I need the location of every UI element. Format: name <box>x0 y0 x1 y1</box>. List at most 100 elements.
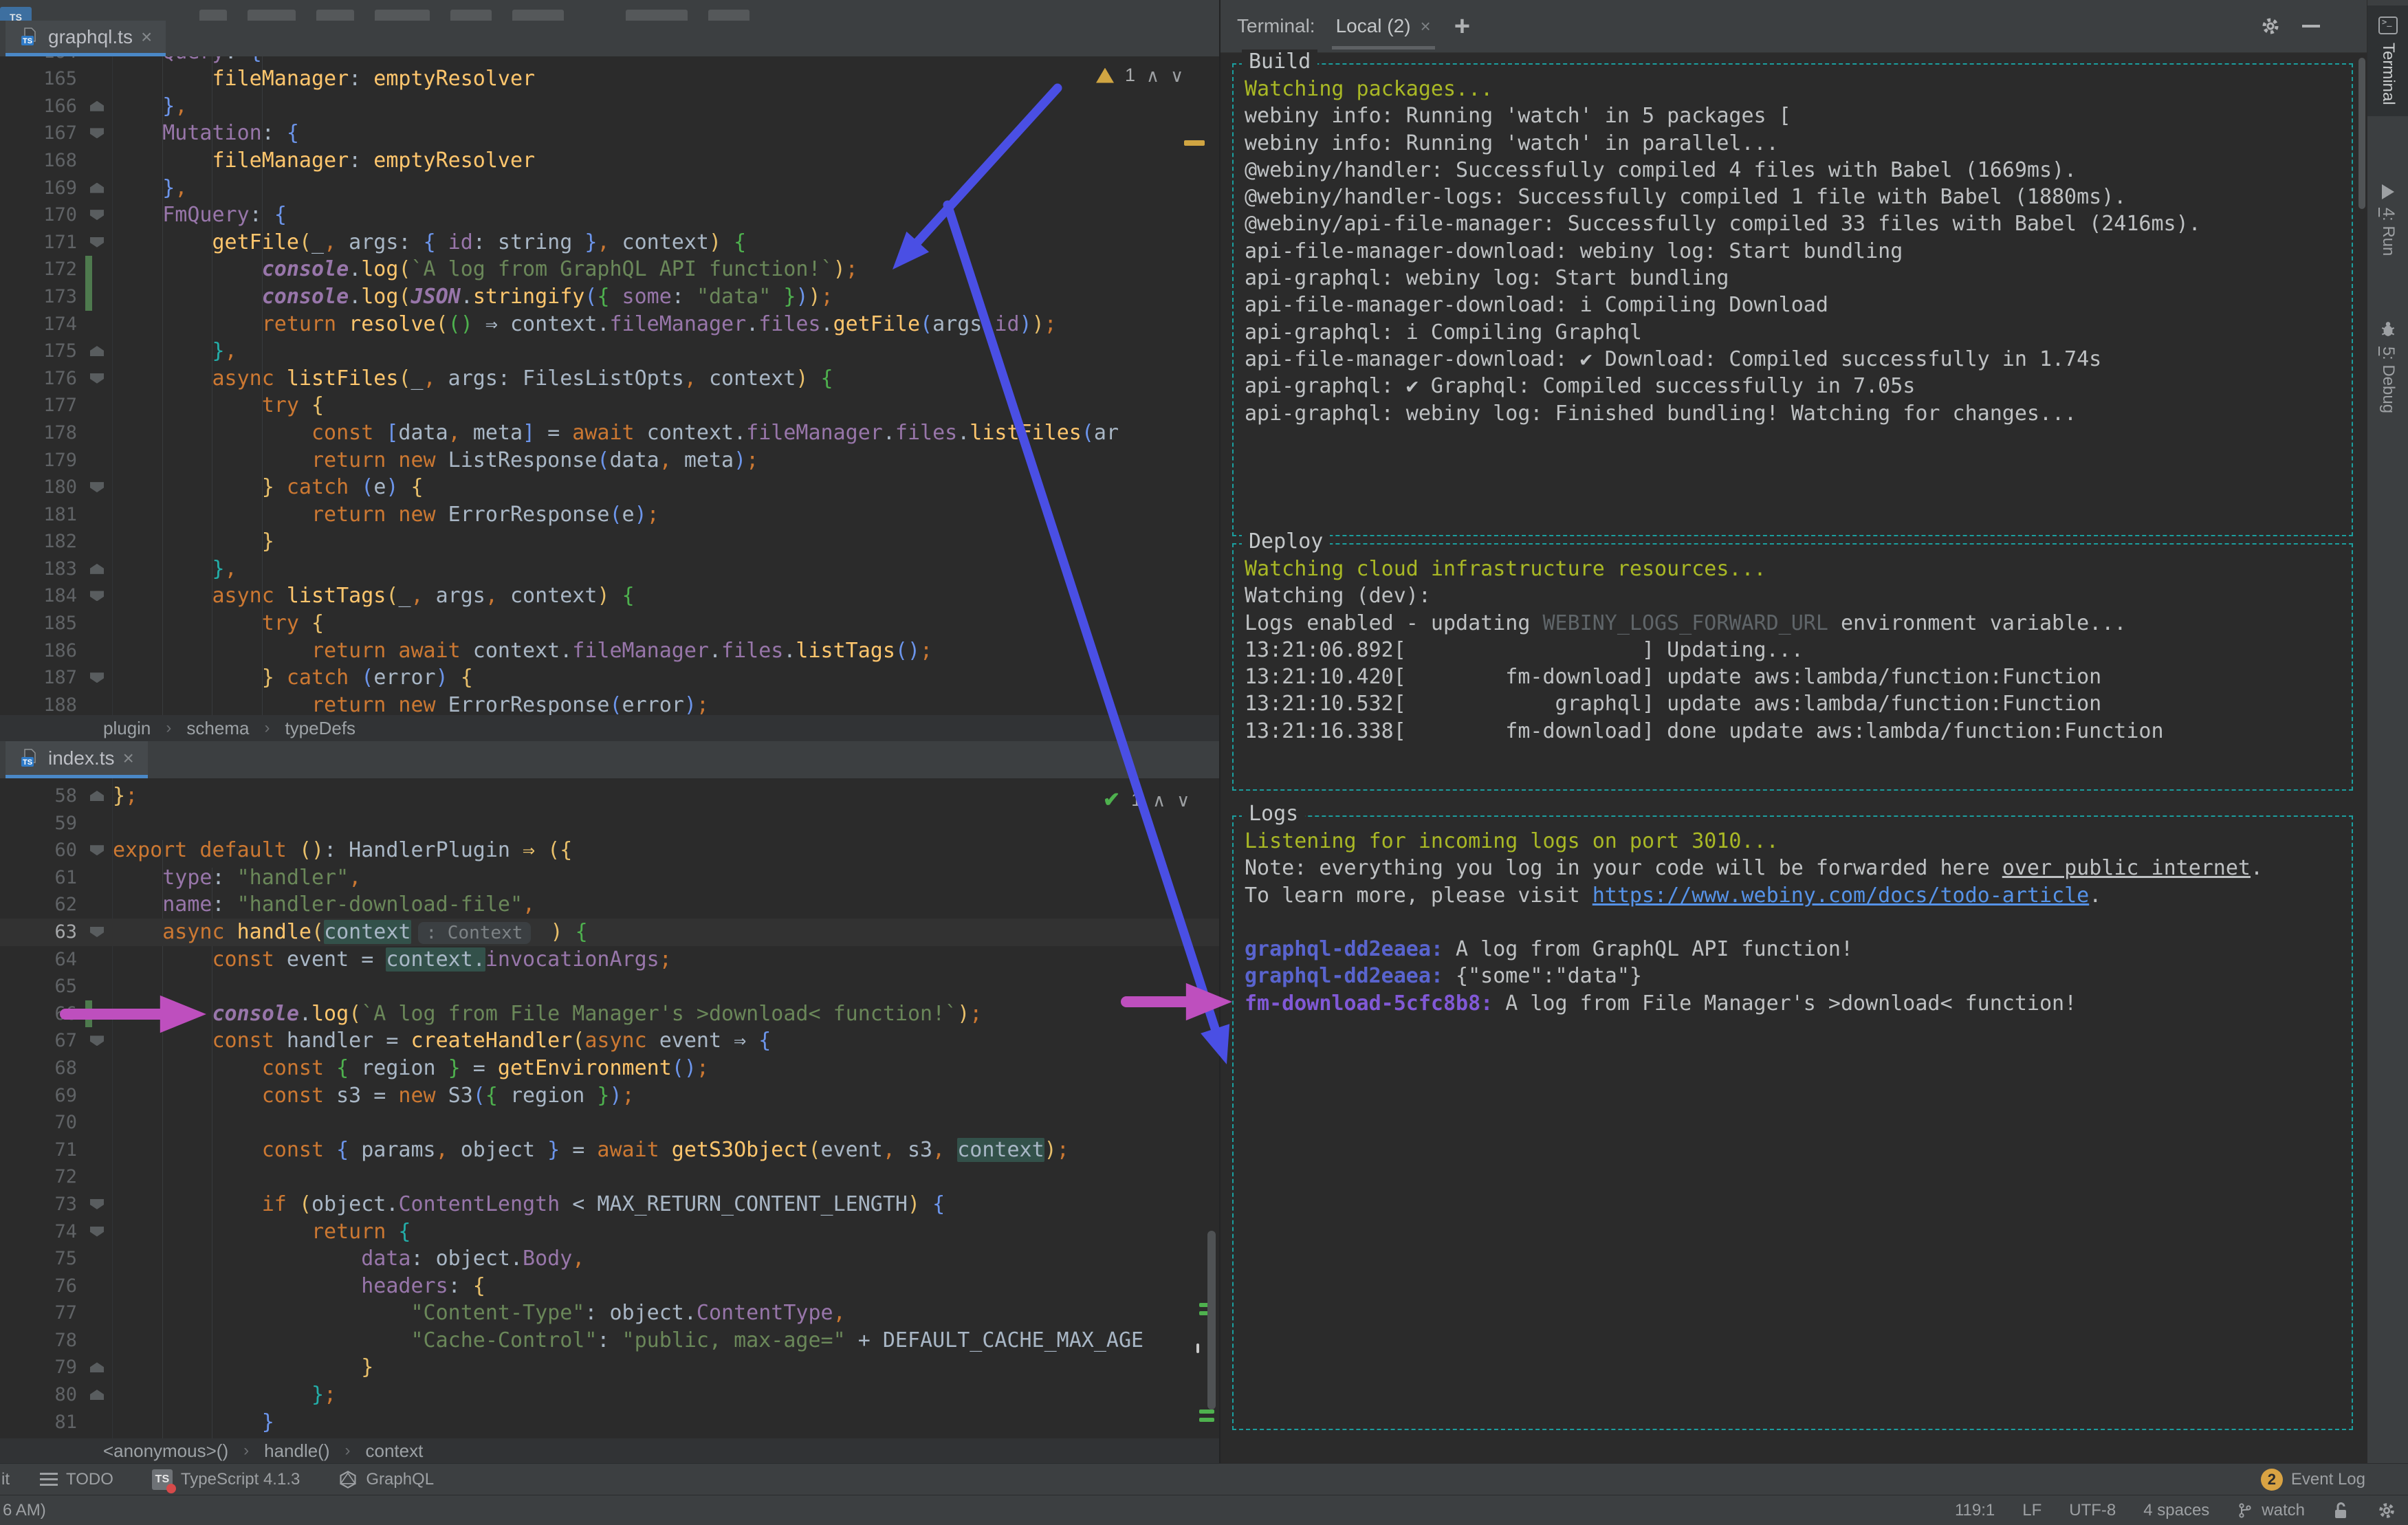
lock-icon[interactable] <box>2332 1501 2349 1520</box>
terminal-scrollbar[interactable] <box>2358 58 2365 209</box>
inspection-widget[interactable]: 1 ∧ ∨ <box>1096 65 1183 86</box>
inspection-widget[interactable]: ✔ 1 ∧ ∨ <box>1103 789 1190 811</box>
chevron-up-icon[interactable]: ∧ <box>1146 67 1159 85</box>
fold-marker[interactable] <box>84 782 113 810</box>
code-line: 63 async handle(context: Context ) { <box>0 918 1219 946</box>
fold-marker[interactable] <box>84 365 113 393</box>
status-message-partial: 6 AM) <box>3 1501 46 1519</box>
tool-button-debug[interactable]: 5: Debug <box>2367 309 2408 424</box>
editor-index[interactable]: 58}; 59 60 export default (): HandlerPlugin… <box>0 778 1219 1438</box>
line-number: 78 <box>54 1329 77 1351</box>
line-number: 68 <box>54 1057 77 1079</box>
fold-marker[interactable] <box>84 1027 113 1055</box>
breadcrumb-item[interactable]: plugin <box>103 718 151 739</box>
fold-marker[interactable] <box>84 474 113 501</box>
line-number: 172 <box>43 259 77 281</box>
terminal-line: Watching (dev): <box>1245 584 1431 608</box>
code-line: 179 return new ListResponse(data, meta); <box>0 447 1219 474</box>
gear-icon[interactable] <box>2376 1500 2397 1521</box>
tab-graphql-ts[interactable]: TS graphql.ts × <box>6 21 166 56</box>
tool-button-graphql[interactable]: GraphQL <box>338 1470 434 1489</box>
fold-marker[interactable] <box>84 229 113 256</box>
terminal-line: 13:21:10.420[ fm-download] update aws:la… <box>1245 665 2102 690</box>
tool-button-terminal[interactable]: Terminal <box>2367 6 2408 116</box>
terminal-line: 13:21:16.338[ fm-download] done update a… <box>1245 718 2164 743</box>
chevron-up-icon[interactable]: ∧ <box>1152 791 1165 809</box>
line-number: 180 <box>43 476 77 498</box>
line-number: 66 <box>54 1002 77 1024</box>
fold-marker[interactable] <box>84 919 113 946</box>
terminal-line: graphql-dd2eaea: A log from GraphQL API … <box>1245 937 1854 962</box>
terminal-line: To learn more, please visit https://www.… <box>1245 883 2102 908</box>
fold-marker[interactable] <box>84 1191 113 1218</box>
line-number: 65 <box>54 976 77 998</box>
breadcrumb-fragment <box>708 10 749 21</box>
terminal-tab-local[interactable]: Local (2) × <box>1331 0 1435 52</box>
fold-marker[interactable] <box>84 1381 113 1409</box>
indent-style[interactable]: 4 spaces <box>2143 1501 2209 1520</box>
line-number: 164 <box>0 56 84 65</box>
terminal-line: api-graphql: ✔ Graphql: Compiled success… <box>1245 374 1916 399</box>
chevron-right-icon: › <box>344 1441 351 1460</box>
fold-marker[interactable] <box>84 1354 113 1381</box>
line-number: 63 <box>54 921 77 943</box>
fold-marker[interactable] <box>84 120 113 147</box>
close-icon[interactable]: × <box>1421 16 1431 37</box>
line-number: 74 <box>54 1220 77 1242</box>
code-line: 178 const [data, meta] = await context.f… <box>0 419 1219 447</box>
code-line: 170 FmQuery: { <box>0 201 1219 229</box>
caret-position[interactable]: 119:1 <box>1955 1501 1995 1520</box>
tool-button-event-log[interactable]: 2 Event Log <box>2260 1469 2365 1491</box>
terminal-line: Listening for incoming logs on port 3010… <box>1245 829 1779 853</box>
breadcrumb[interactable]: plugin › schema › typeDefs <box>0 715 1219 741</box>
git-branch-widget[interactable]: watch <box>2237 1501 2305 1520</box>
fold-marker[interactable] <box>84 175 113 202</box>
tool-button-git[interactable]: it <box>1 1470 10 1489</box>
fold-marker[interactable] <box>84 556 113 583</box>
fold-marker[interactable] <box>84 201 113 229</box>
line-number: 177 <box>43 395 77 417</box>
line-number: 80 <box>54 1384 77 1406</box>
scrollbar-thumb[interactable] <box>1207 1231 1216 1409</box>
fold-marker[interactable] <box>84 93 113 120</box>
line-separator[interactable]: LF <box>2022 1501 2042 1520</box>
breadcrumb-item[interactable]: typeDefs <box>285 718 355 739</box>
breadcrumb-item[interactable]: context <box>366 1440 424 1462</box>
breadcrumb-item[interactable]: schema <box>186 718 249 739</box>
tab-index-ts[interactable]: TS index.ts × <box>6 741 148 778</box>
code-line: 172 console.log(`A log from GraphQL API … <box>0 256 1219 283</box>
top-breadcrumb-strip: TS <box>0 0 1219 21</box>
code-line: 59 <box>0 810 1219 837</box>
minimize-icon[interactable] <box>2302 25 2320 28</box>
terminal-line: api-file-manager-download: i Compiling D… <box>1245 293 1828 318</box>
code-line: 182 } <box>0 528 1219 556</box>
fold-marker[interactable] <box>84 837 113 864</box>
tool-button-typescript[interactable]: TS TypeScript 4.1.3 <box>151 1469 300 1493</box>
fold-marker[interactable] <box>84 664 113 692</box>
chevron-down-icon[interactable]: ∨ <box>1176 791 1190 809</box>
fold-marker[interactable] <box>84 338 113 365</box>
ts-file-icon: TS <box>21 27 36 45</box>
log-link[interactable]: https://www.webiny.com/docs/todo-article <box>1592 884 2089 908</box>
terminal-section-build: Build Watching packages... webiny info: Ru… <box>1232 50 2353 536</box>
line-number: 59 <box>54 812 77 834</box>
fold-marker[interactable] <box>84 582 113 610</box>
gear-icon[interactable] <box>2259 15 2281 37</box>
terminal-section-deploy: Deploy Watching cloud infrastructure reso… <box>1232 529 2353 791</box>
chevron-down-icon[interactable]: ∨ <box>1170 67 1183 85</box>
terminal-header: Terminal: Local (2) × + <box>1221 0 2368 53</box>
editor-graphql[interactable]: 164 Query: {165 fileManager: emptyResolv… <box>0 56 1219 715</box>
line-number: 181 <box>43 503 77 525</box>
tool-button-todo[interactable]: TODO <box>40 1470 113 1489</box>
line-number: 75 <box>54 1248 77 1270</box>
terminal-line: api-graphql: webiny log: Finished bundli… <box>1245 401 2077 426</box>
fold-marker[interactable] <box>84 1218 113 1246</box>
breadcrumb[interactable]: <anonymous>() › handle() › context <box>0 1438 1219 1463</box>
breadcrumb-item[interactable]: <anonymous>() <box>103 1440 228 1462</box>
file-encoding[interactable]: UTF-8 <box>2069 1501 2116 1520</box>
breadcrumb-item[interactable]: handle() <box>264 1440 329 1462</box>
close-icon[interactable]: × <box>141 27 152 47</box>
close-icon[interactable]: × <box>123 748 134 768</box>
new-terminal-button[interactable]: + <box>1454 11 1470 42</box>
tool-button-run[interactable]: 4: Run <box>2367 173 2408 267</box>
